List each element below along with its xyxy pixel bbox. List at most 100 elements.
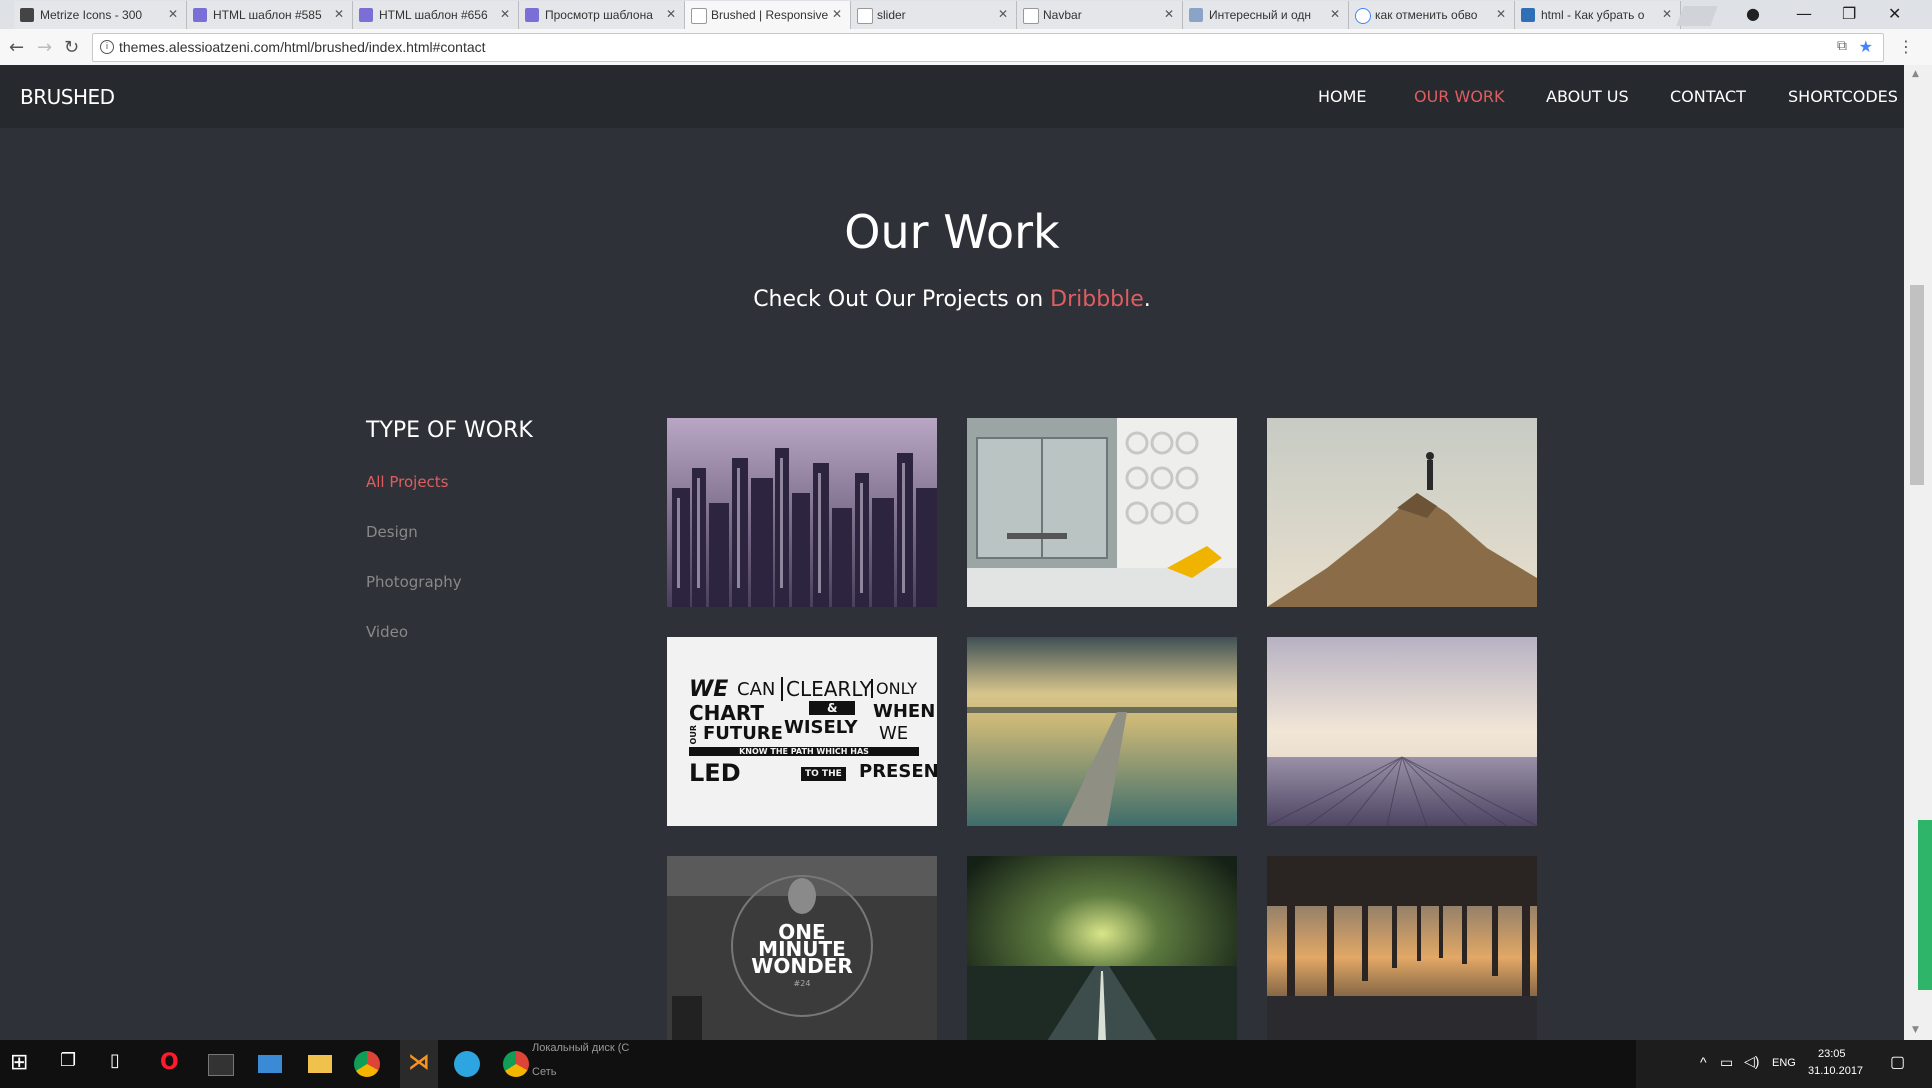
hiker-mountain-image [1267,418,1537,607]
nav-contact[interactable]: CONTACT [1670,87,1746,106]
menu-dots-icon[interactable]: ⋮ [1898,37,1914,56]
close-icon[interactable]: ✕ [500,7,510,21]
portfolio-item-deck[interactable] [1267,637,1537,826]
browser-tab[interactable]: html - Как убрать о ✕ [1515,1,1681,29]
tray-chevron-up-icon[interactable]: ^ [1700,1054,1707,1070]
section-subtitle: Check Out Our Projects on Dribbble. [0,287,1904,312]
browser-tab[interactable]: Metrize Icons - 300 ✕ [14,1,187,29]
city-skyline-image [667,418,937,607]
nav-about-us[interactable]: ABOUT US [1546,87,1629,106]
filter-all-projects[interactable]: All Projects [366,473,449,491]
browser-tab[interactable]: как отменить обво ✕ [1349,1,1515,29]
close-icon[interactable]: ✕ [832,7,842,21]
tab-title: Metrize Icons - 300 [40,8,143,22]
portfolio-item-one-minute-wonder[interactable]: ONE MINUTE WONDER #24 [667,856,937,1041]
translate-icon[interactable]: ⧉ [1837,38,1847,54]
app-window-icon[interactable] [258,1055,282,1073]
clock-time[interactable]: 23:05 [1818,1048,1846,1060]
close-icon[interactable]: ✕ [168,7,178,21]
browser-tab[interactable]: Просмотр шаблона ✕ [519,1,685,29]
language-indicator[interactable]: ENG [1772,1057,1796,1069]
google-icon [1355,8,1371,24]
network-icon[interactable]: ▭ [1720,1054,1733,1071]
file-icon[interactable]: ▯ [110,1050,138,1078]
portfolio-item-hiker[interactable] [1267,418,1537,607]
one-minute-wonder-title: ONE MINUTE WONDER #24 [751,920,853,988]
close-icon[interactable]: ✕ [334,7,344,21]
task-view-icon[interactable]: ❐ [60,1050,88,1078]
terminal-icon[interactable] [208,1054,234,1076]
nav-shortcodes[interactable]: SHORTCODES [1788,87,1898,106]
close-icon[interactable]: ✕ [1496,7,1506,21]
page-favicon-icon [857,8,873,24]
minimize-icon[interactable]: — [1796,4,1812,23]
windows-start-icon[interactable]: ⊞ [10,1050,38,1078]
chrome-icon[interactable] [503,1051,529,1077]
browser-tab-active[interactable]: Brushed | Responsive ✕ [685,1,851,29]
forward-arrow-icon[interactable]: → [37,37,52,58]
stormy-road-image [967,856,1237,1041]
portfolio-item-pier[interactable] [967,637,1237,826]
close-icon[interactable]: ✕ [998,7,1008,21]
close-icon[interactable]: ✕ [666,7,676,21]
code-editor-icon[interactable]: ⋊ [408,1050,436,1078]
side-widget-tab[interactable] [1918,820,1932,990]
portfolio-item-beach-pier[interactable] [1267,856,1537,1041]
browser-tab[interactable]: HTML шаблон #585 ✕ [187,1,353,29]
tab-title: как отменить обво [1375,8,1478,22]
filters-heading: TYPE OF WORK [366,418,533,443]
url-input[interactable]: i themes.alessioatzeni.com/html/brushed/… [92,33,1884,62]
folder-icon[interactable] [308,1055,332,1073]
browser-tab[interactable]: Navbar ✕ [1017,1,1183,29]
portfolio-item-office[interactable] [967,418,1237,607]
nav-our-work[interactable]: OUR WORK [1414,87,1505,106]
clock-date[interactable]: 31.10.2017 [1808,1065,1863,1077]
volume-icon[interactable]: ◁) [1744,1053,1759,1070]
filter-video[interactable]: Video [366,623,408,641]
opera-icon[interactable]: O [160,1050,188,1078]
browser-tab[interactable]: HTML шаблон #656 ✕ [353,1,519,29]
browser-tab[interactable]: Интересный и одн ✕ [1183,1,1349,29]
nav-home[interactable]: HOME [1318,87,1367,106]
dribbble-link[interactable]: Dribbble [1050,287,1144,312]
portfolio-item-typography[interactable]: WE CAN CHART OUR FUTURE CLEARLY & WISELY… [667,637,937,826]
back-arrow-icon[interactable]: ← [9,37,24,58]
tab-title: Интересный и одн [1209,8,1311,22]
chrome-icon[interactable] [354,1051,380,1077]
filter-photography[interactable]: Photography [366,573,462,591]
system-tray: ^ ▭ ◁) ENG 23:05 31.10.2017 ▢ [1636,1040,1932,1088]
close-icon[interactable]: ✕ [1164,7,1174,21]
filter-design[interactable]: Design [366,523,418,541]
page-favicon-icon [193,8,207,22]
pier-beach-image [1267,856,1537,1041]
scroll-down-arrow-icon[interactable]: ▼ [1912,1025,1919,1035]
close-icon[interactable]: ✕ [1662,7,1672,21]
close-icon[interactable]: ✕ [1330,7,1340,21]
telegram-icon[interactable] [454,1051,480,1077]
page-favicon-icon [20,8,34,22]
reload-icon[interactable]: ↻ [64,37,79,58]
notifications-icon[interactable]: ▢ [1890,1052,1905,1072]
tab-title: Brushed | Responsive [711,8,829,22]
site-logo[interactable]: BRUSHED [20,85,115,109]
tab-title: html - Как убрать о [1541,8,1645,22]
scrollbar-thumb[interactable] [1910,285,1924,485]
tab-title: HTML шаблон #585 [213,8,322,22]
bookmark-star-icon[interactable]: ★ [1859,37,1873,56]
url-text: themes.alessioatzeni.com/html/brushed/in… [119,39,486,55]
wooden-deck-image [1267,637,1537,826]
restore-icon[interactable]: ❐ [1842,4,1856,23]
close-window-icon[interactable]: ✕ [1888,4,1901,23]
page-favicon-icon [1189,8,1203,22]
info-icon[interactable]: i [100,40,114,54]
portfolio-item-city[interactable] [667,418,937,607]
new-tab-button[interactable] [1676,6,1718,26]
page-favicon-icon [691,8,707,24]
profile-icon[interactable]: ● [1746,4,1760,23]
tab-title: Navbar [1043,8,1082,22]
scroll-up-arrow-icon[interactable]: ▲ [1912,69,1919,79]
office-interior-image [967,418,1237,607]
portfolio-item-road[interactable] [967,856,1237,1041]
page-favicon-icon [1521,8,1535,22]
browser-tab[interactable]: slider ✕ [851,1,1017,29]
